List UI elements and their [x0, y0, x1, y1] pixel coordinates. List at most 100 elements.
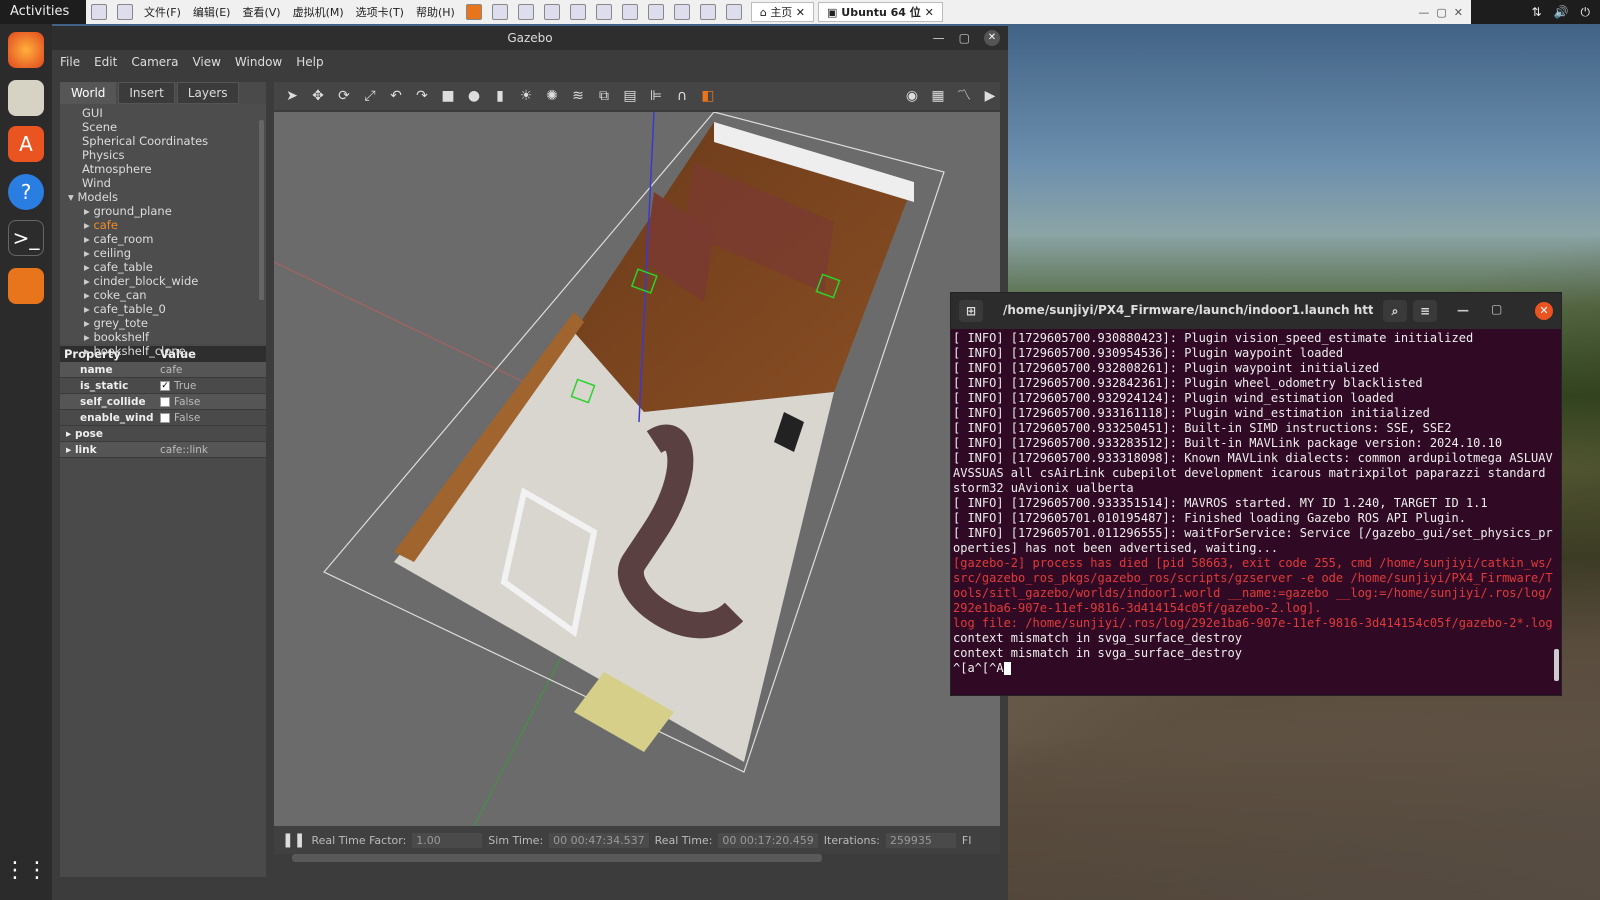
maximize-icon[interactable]: ▢ [1491, 302, 1502, 316]
redo-icon[interactable]: ↷ [412, 86, 432, 106]
expand-arrow-icon[interactable]: ▸ [66, 428, 75, 440]
close-icon[interactable]: ✕ [921, 6, 934, 19]
horizontal-scrollbar[interactable] [292, 854, 822, 862]
scale-mode-icon[interactable]: ⤢ [360, 86, 380, 106]
menu-view[interactable]: View [192, 55, 220, 69]
close-icon[interactable]: ✕ [792, 6, 805, 19]
rotate-mode-icon[interactable]: ⟳ [334, 86, 354, 106]
revert-snapshot-icon[interactable] [543, 4, 560, 20]
box-shape-icon[interactable]: ■ [438, 86, 458, 106]
snapshot-icon[interactable] [517, 4, 534, 20]
show-apps-icon[interactable]: ⋮⋮ [4, 852, 48, 888]
translate-mode-icon[interactable]: ✥ [308, 86, 328, 106]
vm-window-controls[interactable]: — ▢ ✕ [1418, 6, 1463, 19]
vm-menu-file[interactable]: 文件(F) [144, 4, 181, 20]
tree-item[interactable]: Scene [60, 120, 266, 134]
help-icon[interactable]: ? [8, 174, 44, 210]
sphere-shape-icon[interactable]: ● [464, 86, 484, 106]
hamburger-menu-icon[interactable]: ≡ [1413, 300, 1437, 322]
directional-light-icon[interactable]: ≋ [568, 86, 588, 106]
tree-item[interactable]: Atmosphere [60, 162, 266, 176]
terminal-scrollbar[interactable] [1554, 649, 1559, 681]
close-icon[interactable]: ✕ [984, 30, 1000, 46]
tree-item[interactable]: ▸ cinder_block_wide [60, 274, 266, 288]
gazebo-icon[interactable] [8, 268, 44, 304]
tab-insert[interactable]: Insert [118, 82, 175, 104]
terminal-icon[interactable]: >_ [8, 220, 44, 256]
console-icon[interactable] [699, 4, 716, 20]
property-row[interactable]: name cafe [60, 362, 266, 378]
log-icon[interactable]: ▦ [928, 86, 948, 106]
tree-item[interactable]: GUI [60, 106, 266, 120]
power-icon[interactable]: ⏻ [1581, 5, 1591, 20]
snap-icon[interactable]: ∩ [672, 86, 692, 106]
video-record-icon[interactable]: ▶ [980, 86, 1000, 106]
align-icon[interactable]: ⊫ [646, 86, 666, 106]
tree-item[interactable]: ▸ ground_plane [60, 204, 266, 218]
cylinder-shape-icon[interactable]: ▮ [490, 86, 510, 106]
software-icon[interactable]: A [8, 126, 44, 162]
tab-world[interactable]: World [60, 82, 117, 104]
vm-menu-help[interactable]: 帮助(H) [416, 4, 455, 20]
plot-icon[interactable]: 〽 [954, 86, 974, 106]
tree-item[interactable]: ▸ coke_can [60, 288, 266, 302]
sidebar-toggle-icon[interactable] [595, 4, 612, 20]
vm-menu-vm[interactable]: 虚拟机(M) [293, 4, 344, 20]
terminal-output[interactable]: [ INFO] [1729605700.930880423]: Plugin v… [951, 329, 1561, 693]
tree-item[interactable]: ▸ bookshelf [60, 330, 266, 344]
tab-layers[interactable]: Layers [176, 82, 239, 104]
menu-help[interactable]: Help [296, 55, 323, 69]
tree-item[interactable]: ▸ cafe [60, 218, 266, 232]
menu-file[interactable]: File [60, 55, 80, 69]
change-view-icon[interactable]: ◧ [698, 86, 718, 106]
tree-item[interactable]: ▸ ceiling [60, 246, 266, 260]
minimize-icon[interactable]: — [1457, 303, 1469, 317]
tree-item[interactable]: ▸ cafe_table_0 [60, 302, 266, 316]
pose-row[interactable]: ▸ pose [60, 426, 266, 442]
activities-button[interactable]: Activities [10, 4, 69, 19]
link-row[interactable]: ▸ link cafe::link [60, 442, 266, 458]
tree-item[interactable]: ▸ cafe_room [60, 232, 266, 246]
select-mode-icon[interactable]: ➤ [282, 86, 302, 106]
vm-menu-edit[interactable]: 编辑(E) [193, 4, 231, 20]
pin-icon[interactable] [91, 4, 107, 20]
vm-menu-view[interactable]: 查看(V) [242, 4, 280, 20]
files-icon[interactable] [8, 80, 44, 116]
tree-scrollbar[interactable] [259, 120, 264, 300]
tree-item[interactable]: ▾ Models [60, 190, 266, 204]
tree-item[interactable]: Physics [60, 148, 266, 162]
screenshot-icon[interactable]: ◉ [902, 86, 922, 106]
spot-light-icon[interactable]: ✺ [542, 86, 562, 106]
system-tray[interactable]: ⇅ 🔊 ⏻ [1531, 0, 1600, 24]
tree-item[interactable]: ▸ cafe_table [60, 260, 266, 274]
paste-icon[interactable]: ▤ [620, 86, 640, 106]
close-icon[interactable]: ✕ [1535, 302, 1553, 320]
copy-icon[interactable]: ⧉ [594, 86, 614, 106]
stretch-icon[interactable] [725, 4, 742, 20]
tree-item[interactable]: ▸ bookshelf_clone [60, 344, 266, 358]
vm-tab-home[interactable]: ⌂ 主页 ✕ [750, 2, 815, 22]
new-tab-icon[interactable]: ⊞ [959, 300, 983, 322]
firefox-icon[interactable] [8, 32, 44, 68]
checkbox[interactable] [160, 396, 170, 407]
search-icon[interactable]: ⌕ [1383, 300, 1407, 322]
property-row[interactable]: enable_wind False [60, 410, 266, 426]
menu-camera[interactable]: Camera [131, 55, 178, 69]
fullscreen-icon[interactable] [647, 4, 664, 20]
vm-tab-ubuntu[interactable]: ▣ Ubuntu 64 位 ✕ [818, 2, 943, 22]
volume-icon[interactable]: 🔊 [1554, 5, 1569, 19]
unity-icon[interactable] [673, 4, 690, 20]
checkbox[interactable]: ✓ [160, 380, 170, 391]
vm-menu-tabs[interactable]: 选项卡(T) [356, 4, 404, 20]
snapshot-manager-icon[interactable] [569, 4, 586, 20]
terminal-titlebar[interactable]: ⊞ /home/sunjiyi/PX4_Firmware/launch/indo… [951, 293, 1561, 329]
menu-edit[interactable]: Edit [94, 55, 117, 69]
point-light-icon[interactable]: ☀ [516, 86, 536, 106]
undo-icon[interactable]: ↶ [386, 86, 406, 106]
thumbnail-icon[interactable] [621, 4, 638, 20]
property-row[interactable]: is_static ✓ True [60, 378, 266, 394]
3d-viewport[interactable] [274, 112, 1000, 826]
property-row[interactable]: self_collide False [60, 394, 266, 410]
play-pause-icon[interactable]: ❚❚ [282, 832, 305, 848]
tree-item[interactable]: ▸ grey_tote [60, 316, 266, 330]
